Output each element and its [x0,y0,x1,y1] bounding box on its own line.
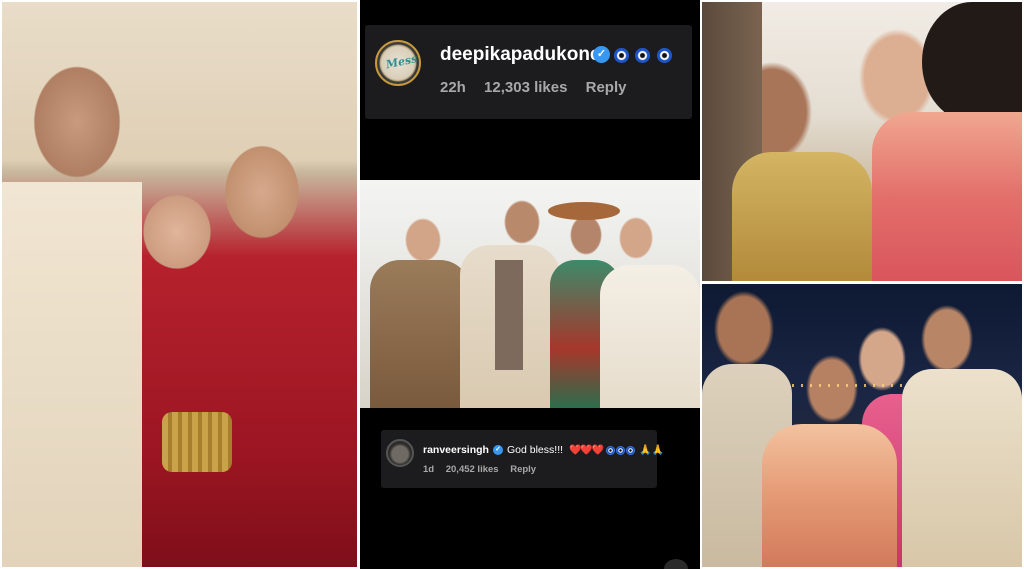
reply-button[interactable]: Reply [586,79,627,96]
person-peach-saree [762,424,897,567]
instagram-comment-deepika: Mess deepikapadukone ✓ 22h 12,303 likes … [365,25,692,119]
nazar-amulet-icon [626,445,636,455]
avatar-logo-text: Mess [384,52,419,72]
nazar-amulet-icon [606,445,616,455]
comment-likes[interactable]: 12,303 likes [484,79,567,96]
comment-likes[interactable]: 20,452 likes [446,464,499,475]
comment-meta: 1d 20,452 likes Reply [423,464,545,475]
nazar-amulet-icon [616,445,626,455]
dark-hair [922,2,1022,122]
person-white-coat [600,265,700,408]
nazar-amulet-icon [635,48,651,64]
pray-emojis: 🙏🙏 [639,445,665,456]
comment-meta: 22h 12,303 likes Reply [440,79,640,96]
comment-time: 1d [423,464,435,475]
family-photo-bottom-right [702,284,1022,567]
brown-hat [548,202,620,220]
photo-top-right [702,2,1022,281]
nazar-amulet-icon [614,48,629,64]
verified-badge-icon: ✓ [493,445,503,455]
nazar-amulet-icon [656,48,672,64]
heart-emojis: ❤️❤️❤️ [568,445,604,456]
person-kurta-right [902,369,1022,567]
comment-emojis [614,47,674,65]
person-floral-dress [370,260,470,408]
pink-saree [872,112,1022,281]
gold-saree [732,152,872,281]
gold-bangles [162,412,232,472]
group-photo-middle [360,180,700,408]
reply-button[interactable]: Reply [510,464,536,475]
comment-username[interactable]: ranveersingh [423,444,489,456]
family-photo-left [2,2,357,567]
profile-avatar[interactable]: Mess [375,40,421,86]
cream-kurta [2,182,142,567]
comment-username[interactable]: deepikapadukone [440,44,601,66]
comment-text: God bless!!! ❤️❤️❤️ 🙏🙏 [507,444,664,456]
comment-time: 22h [440,79,466,96]
comment-message: God bless!!! [507,444,564,456]
verified-badge-icon: ✓ [593,46,610,63]
profile-avatar[interactable] [386,439,414,467]
instagram-comment-ranveer: ranveersingh ✓ God bless!!! ❤️❤️❤️ 🙏🙏 1d… [381,430,664,488]
brown-shirt [495,260,523,370]
